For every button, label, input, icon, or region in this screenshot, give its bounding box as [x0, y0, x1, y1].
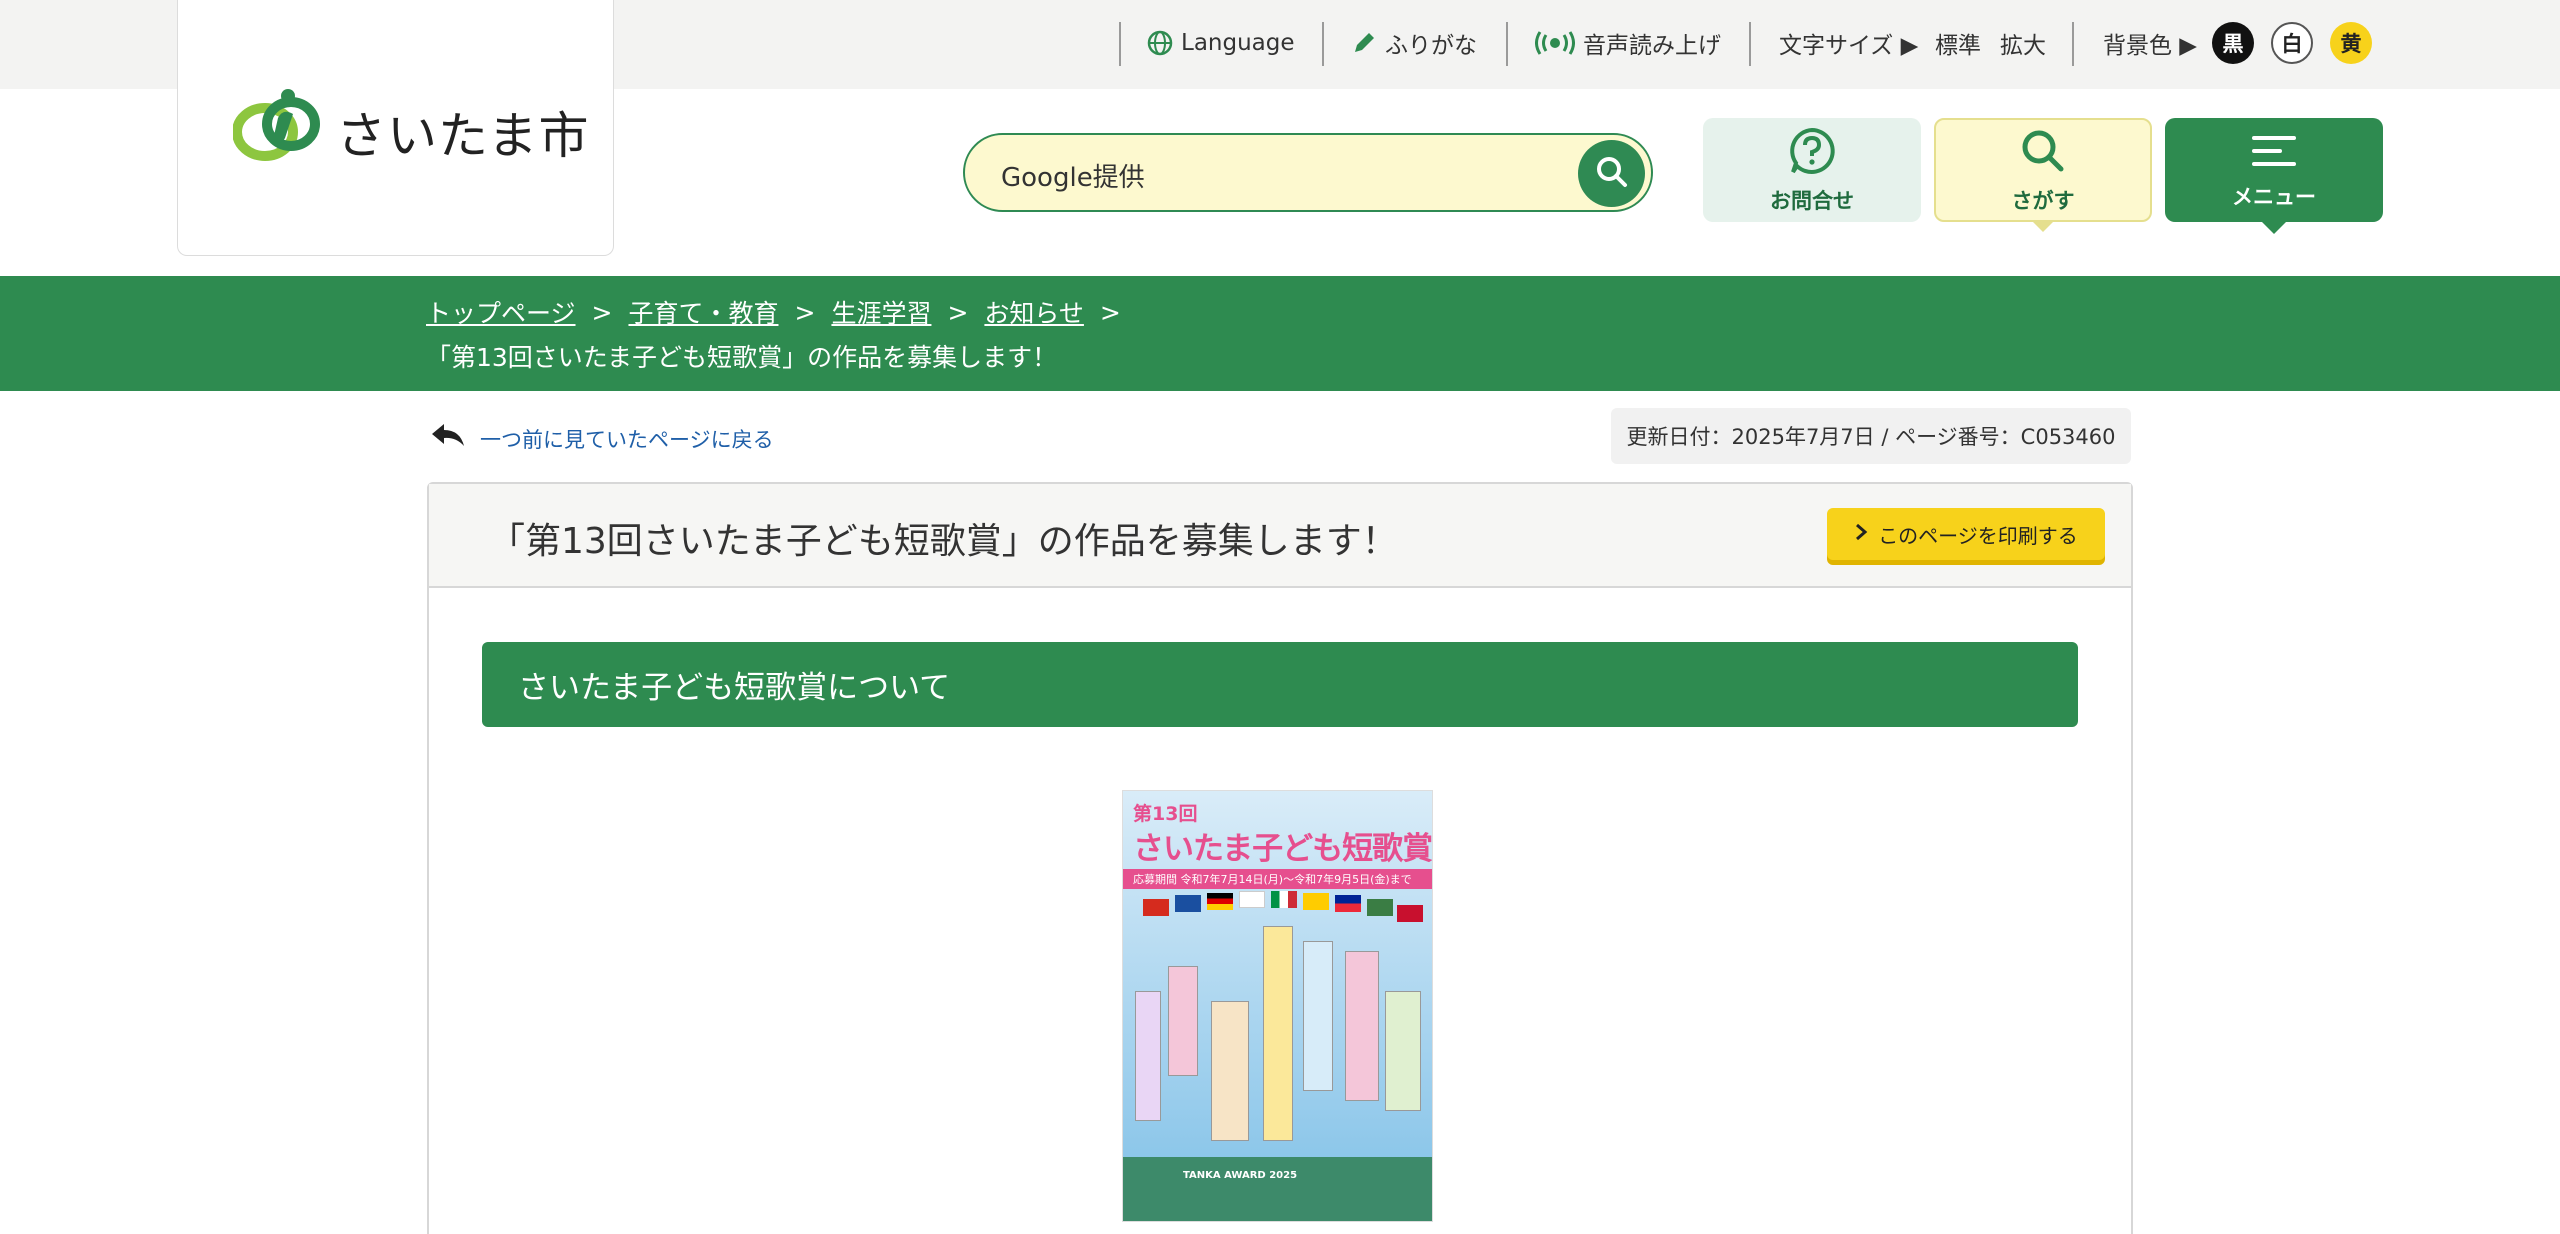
language-button[interactable]: Language	[1147, 20, 1295, 66]
language-label: Language	[1181, 30, 1295, 56]
contact-label: お問合せ	[1770, 188, 1854, 213]
content-card: 「第13回さいたま子ども短歌賞」の作品を募集します！ このページを印刷する さい…	[427, 482, 2133, 1234]
flag-decoration	[1335, 895, 1361, 912]
globe-icon	[1147, 30, 1173, 56]
flag-decoration	[1239, 891, 1265, 908]
word-tag-decoration	[1135, 991, 1161, 1121]
word-tag-decoration	[1168, 966, 1198, 1076]
back-arrow-icon	[430, 422, 466, 455]
search-button[interactable]	[1578, 140, 1645, 207]
page-meta: 更新日付：2025年7月7日 / ページ番号：C053460	[1611, 408, 2131, 464]
poster-footer	[1123, 1157, 1432, 1221]
bg-white-label: 白	[2271, 22, 2313, 64]
notch-arrow	[2262, 222, 2286, 234]
furigana-label: ふりがな	[1385, 33, 1477, 59]
flag-decoration	[1397, 905, 1423, 922]
site-name: さいたま市	[336, 107, 590, 165]
flag-decoration	[1303, 893, 1329, 910]
flag-decoration	[1207, 893, 1233, 910]
breadcrumb-link-lifelong-learning[interactable]: 生涯学習	[831, 294, 931, 330]
page-header: 「第13回さいたま子ども短歌賞」の作品を募集します！ このページを印刷する	[429, 484, 2131, 588]
menu-label: メニュー	[2232, 184, 2316, 209]
flag-decoration	[1175, 895, 1201, 912]
word-tag-decoration	[1263, 926, 1293, 1141]
page-title: 「第13回さいたま子ども短歌賞」の作品を募集します！	[489, 521, 1398, 562]
poster-footer-text: TANKA AWARD 2025	[1183, 1170, 1298, 1181]
bg-color-label: 背景色 ▶	[2103, 33, 2197, 59]
bg-black-button[interactable]: 黒	[2212, 20, 2254, 66]
breadcrumb-trail: トップページ > 子育て・教育 > 生涯学習 > お知らせ >	[426, 294, 1137, 330]
breadcrumb-separator: >	[947, 297, 969, 327]
print-button[interactable]: このページを印刷する	[1827, 508, 2105, 560]
voice-button[interactable]: 音声読み上げ	[1535, 20, 1721, 66]
bg-yellow-button[interactable]: 黄	[2330, 20, 2372, 66]
find-label: さがす	[2011, 188, 2075, 213]
divider	[2072, 22, 2074, 66]
bg-yellow-label: 黄	[2330, 22, 2372, 64]
speaker-waves-icon	[1535, 30, 1575, 56]
site-logo[interactable]: さいたま市	[177, 0, 614, 256]
breadcrumb-separator: >	[794, 297, 816, 327]
find-button[interactable]: さがす	[1934, 118, 2152, 232]
breadcrumb-link-news[interactable]: お知らせ	[984, 294, 1084, 330]
back-link-label: 一つ前に見ていたページに戻る	[480, 427, 774, 452]
poster-image[interactable]: 第13回 さいたま子ども短歌賞 応募期間 令和7年7月14日(月)～令和7年9月…	[1122, 790, 1433, 1222]
magnifier-icon	[2018, 126, 2068, 181]
breadcrumb-current: 「第13回さいたま子ども短歌賞」の作品を募集します！	[426, 343, 1058, 372]
word-tag-decoration	[1211, 1001, 1249, 1141]
flag-decoration	[1271, 891, 1297, 908]
city-emblem-icon	[232, 88, 325, 170]
bg-white-button[interactable]: 白	[2271, 20, 2313, 66]
print-label: このページを印刷する	[1878, 523, 2078, 548]
notch-arrow	[2031, 220, 2055, 232]
breadcrumb-separator: >	[591, 297, 613, 327]
voice-label: 音声読み上げ	[1583, 33, 1721, 59]
font-size-label: 文字サイズ ▶	[1779, 33, 1919, 59]
contact-button[interactable]: お問合せ	[1703, 118, 1921, 222]
question-circle-icon	[1787, 126, 1837, 181]
divider	[1506, 22, 1508, 66]
search-box[interactable]: Google提供	[963, 133, 1653, 212]
flag-decoration	[1143, 899, 1169, 916]
bg-black-label: 黒	[2212, 22, 2254, 64]
word-tag-decoration	[1345, 951, 1379, 1101]
breadcrumb-link-childcare[interactable]: 子育て・教育	[628, 294, 778, 330]
divider	[1119, 22, 1121, 66]
breadcrumb-separator: >	[1099, 297, 1121, 327]
furigana-button[interactable]: ふりがな	[1351, 20, 1477, 66]
section-heading: さいたま子ども短歌賞について	[482, 642, 2078, 727]
back-link[interactable]: 一つ前に見ていたページに戻る	[430, 422, 774, 455]
flag-decoration	[1367, 899, 1393, 916]
chevron-right-icon	[1854, 522, 1868, 546]
font-large-button[interactable]: 拡大	[2000, 20, 2046, 66]
divider	[1322, 22, 1324, 66]
poster-period: 応募期間 令和7年7月14日(月)～令和7年9月5日(金)まで	[1123, 869, 1432, 889]
breadcrumb-link-top[interactable]: トップページ	[426, 294, 576, 330]
poster-title: さいたま子ども短歌賞	[1133, 831, 1433, 867]
search-icon	[1594, 154, 1630, 194]
search-input[interactable]: Google提供	[1001, 157, 1145, 194]
menu-button[interactable]: メニュー	[2165, 118, 2383, 234]
breadcrumb: トップページ > 子育て・教育 > 生涯学習 > お知らせ > 「第13回さいた…	[0, 276, 2560, 391]
divider	[1749, 22, 1751, 66]
font-standard-button[interactable]: 標準	[1935, 20, 1981, 66]
hamburger-icon	[2246, 130, 2302, 177]
pencil-icon	[1351, 30, 1377, 56]
word-tag-decoration	[1385, 991, 1421, 1111]
poster-edition: 第13回	[1133, 803, 1198, 825]
word-tag-decoration	[1303, 941, 1333, 1091]
